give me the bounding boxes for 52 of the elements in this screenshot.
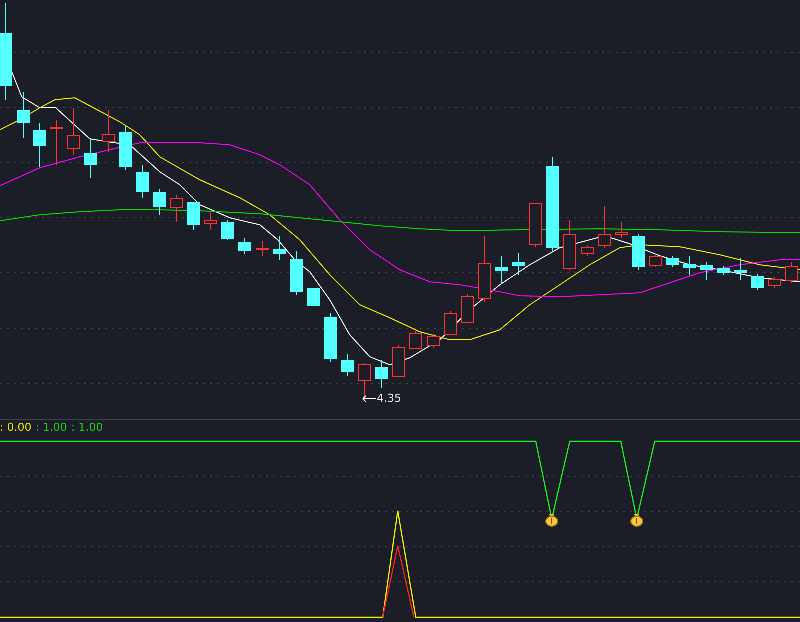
- candlestick: [238, 238, 251, 254]
- candlestick: [17, 92, 30, 138]
- candlestick: [273, 236, 286, 260]
- candlestick: [427, 334, 440, 348]
- candlestick: [204, 212, 217, 230]
- indicator-value: : 0.00: [0, 421, 32, 435]
- candlestick: [768, 276, 781, 288]
- candlestick: [136, 164, 149, 198]
- candlestick: [512, 252, 525, 276]
- candlestick: [409, 330, 422, 350]
- candlestick: [307, 288, 320, 306]
- candlestick: [256, 240, 269, 256]
- candlestick: [290, 250, 303, 296]
- candlestick: [495, 256, 508, 284]
- money-bag-icon: [546, 514, 558, 527]
- candlestick: [170, 194, 183, 222]
- candlestick: [563, 220, 576, 270]
- candlestick: [324, 312, 337, 362]
- candlestick: [478, 236, 491, 302]
- indicator-value: : 1.00: [36, 421, 68, 435]
- candlestick: [598, 206, 611, 248]
- candlestick: [392, 344, 405, 378]
- candlestick: [581, 244, 594, 256]
- candlestick: [529, 202, 542, 248]
- candlestick: [700, 262, 713, 280]
- candlestick: [444, 310, 457, 336]
- indicator-value: : 1.00: [71, 421, 104, 435]
- candlestick: [341, 354, 354, 376]
- candlestick: [461, 294, 474, 324]
- candlestick: [375, 360, 388, 388]
- candlestick: [33, 122, 46, 168]
- candlestick: [67, 108, 80, 156]
- candlestick: [734, 258, 747, 280]
- candlestick: [649, 254, 662, 268]
- candlestick: [751, 274, 764, 290]
- candlestick: [50, 120, 63, 166]
- candlestick: [666, 256, 679, 268]
- candlestick: [683, 256, 696, 276]
- candlestick: [632, 234, 645, 270]
- money-bag-icon: [630, 514, 644, 527]
- arrow-icon: [362, 395, 376, 403]
- candlestick: [358, 362, 371, 400]
- candlestick: [153, 188, 166, 216]
- candlestick: [102, 110, 115, 152]
- low-price-label: 4.35: [377, 392, 402, 406]
- candlestick: [119, 124, 132, 170]
- candlestick: [785, 262, 798, 284]
- candlestick: [84, 138, 97, 178]
- candlestick: [717, 266, 730, 276]
- candlestick: [221, 220, 234, 240]
- candlestick: [615, 222, 628, 238]
- candlestick: [187, 202, 200, 230]
